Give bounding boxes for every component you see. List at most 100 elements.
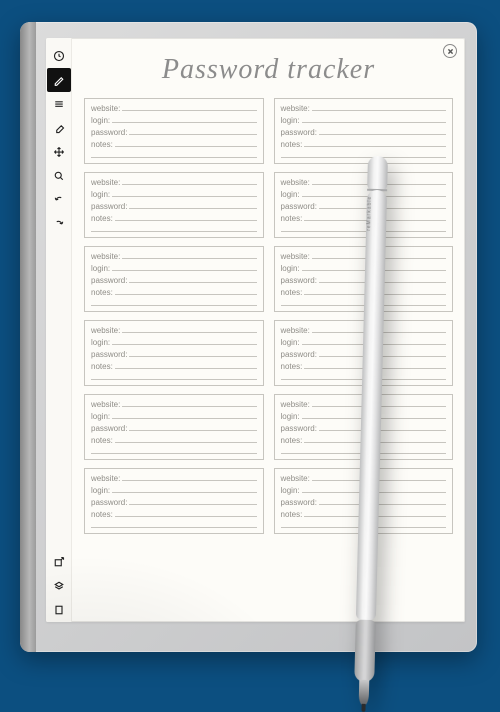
entry-field-password[interactable]: password: [281,275,447,287]
field-line[interactable] [122,178,256,185]
entry-field-password[interactable]: password: [91,349,257,361]
entry-card[interactable]: website:login:password:notes: [274,172,454,238]
entry-field-notes[interactable]: notes: [91,509,257,521]
field-line[interactable] [319,498,446,505]
entry-field-login[interactable]: login: [91,115,257,127]
close-icon[interactable] [443,44,457,58]
entry-field-notes[interactable]: notes: [281,213,447,225]
entry-field-password[interactable]: password: [91,275,257,287]
field-line[interactable] [302,338,446,345]
entry-field-website[interactable]: website: [281,325,447,337]
entry-field-password[interactable]: password: [281,497,447,509]
entry-field-notes-extra[interactable] [91,521,257,528]
entry-field-login[interactable]: login: [281,337,447,349]
field-line[interactable] [304,288,446,295]
entry-field-login[interactable]: login: [281,189,447,201]
entry-field-notes-extra[interactable] [281,151,447,158]
field-line[interactable] [112,338,256,345]
field-line[interactable] [91,521,257,528]
entry-field-login[interactable]: login: [281,411,447,423]
field-line[interactable] [122,252,256,259]
page-icon[interactable] [47,598,71,622]
field-line[interactable] [112,116,256,123]
undo-icon[interactable] [47,188,71,212]
entry-field-password[interactable]: password: [281,127,447,139]
entry-field-login[interactable]: login: [281,115,447,127]
entry-field-password[interactable]: password: [281,423,447,435]
field-line[interactable] [112,264,256,271]
entry-field-notes-extra[interactable] [91,373,257,380]
entry-field-notes[interactable]: notes: [91,361,257,373]
field-line[interactable] [281,373,447,380]
entry-field-notes[interactable]: notes: [91,139,257,151]
field-line[interactable] [304,214,446,221]
field-line[interactable] [312,474,446,481]
clock-icon[interactable] [47,44,71,68]
field-line[interactable] [304,510,446,517]
field-line[interactable] [312,104,446,111]
lines-icon[interactable] [47,92,71,116]
field-line[interactable] [319,202,446,209]
entry-field-notes[interactable]: notes: [281,287,447,299]
entry-field-password[interactable]: password: [281,201,447,213]
field-line[interactable] [281,151,447,158]
entry-field-notes-extra[interactable] [91,447,257,454]
entry-field-notes[interactable]: notes: [91,435,257,447]
field-line[interactable] [312,400,446,407]
entry-field-notes[interactable]: notes: [91,287,257,299]
entry-field-password[interactable]: password: [281,349,447,361]
field-line[interactable] [122,104,256,111]
entry-field-password[interactable]: password: [91,127,257,139]
field-line[interactable] [319,128,446,135]
field-line[interactable] [115,436,257,443]
entry-field-website[interactable]: website: [281,473,447,485]
entry-field-login[interactable]: login: [91,485,257,497]
entry-card[interactable]: website:login:password:notes: [84,468,264,534]
field-line[interactable] [115,140,257,147]
entry-field-notes-extra[interactable] [281,373,447,380]
field-line[interactable] [91,447,257,454]
field-line[interactable] [129,202,256,209]
move-icon[interactable] [47,140,71,164]
entry-field-login[interactable]: login: [91,337,257,349]
entry-card[interactable]: website:login:password:notes: [84,394,264,460]
field-line[interactable] [129,276,256,283]
entry-field-website[interactable]: website: [91,251,257,263]
field-line[interactable] [281,299,447,306]
field-line[interactable] [319,424,446,431]
field-line[interactable] [312,252,446,259]
pen-icon[interactable] [47,68,71,92]
zoom-icon[interactable] [47,164,71,188]
field-line[interactable] [122,326,256,333]
field-line[interactable] [115,214,257,221]
field-line[interactable] [312,326,446,333]
field-line[interactable] [302,486,446,493]
entry-field-notes[interactable]: notes: [281,509,447,521]
entry-field-login[interactable]: login: [281,263,447,275]
entry-field-login[interactable]: login: [91,263,257,275]
entry-field-website[interactable]: website: [91,473,257,485]
entry-field-website[interactable]: website: [91,325,257,337]
field-line[interactable] [91,373,257,380]
entry-field-password[interactable]: password: [91,423,257,435]
field-line[interactable] [129,424,256,431]
entry-card[interactable]: website:login:password:notes: [84,172,264,238]
entry-field-notes[interactable]: notes: [281,435,447,447]
field-line[interactable] [122,474,256,481]
field-line[interactable] [302,116,446,123]
field-line[interactable] [122,400,256,407]
entry-field-login[interactable]: login: [91,189,257,201]
entry-card[interactable]: website:login:password:notes: [84,246,264,312]
entry-field-password[interactable]: password: [91,497,257,509]
field-line[interactable] [115,510,257,517]
field-line[interactable] [312,178,446,185]
field-line[interactable] [304,436,446,443]
entry-field-notes-extra[interactable] [91,299,257,306]
entry-field-notes-extra[interactable] [91,225,257,232]
entry-field-notes[interactable]: notes: [281,361,447,373]
entry-card[interactable]: website:login:password:notes: [84,98,264,164]
field-line[interactable] [281,225,447,232]
field-line[interactable] [281,521,447,528]
field-line[interactable] [115,288,257,295]
field-line[interactable] [112,190,256,197]
